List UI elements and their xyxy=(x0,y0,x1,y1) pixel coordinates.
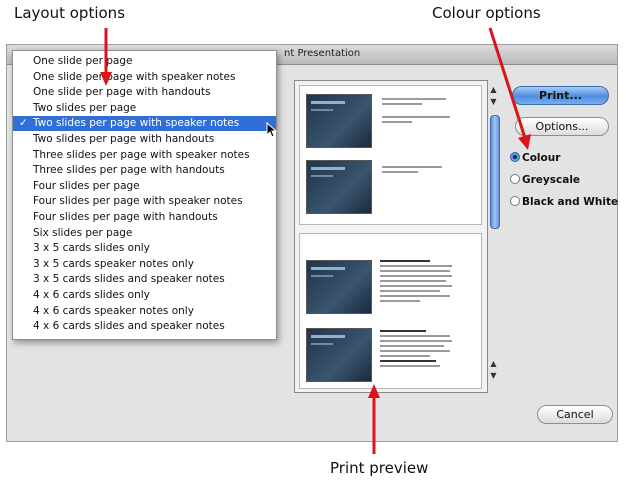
preview-arrow-icon xyxy=(368,384,380,454)
